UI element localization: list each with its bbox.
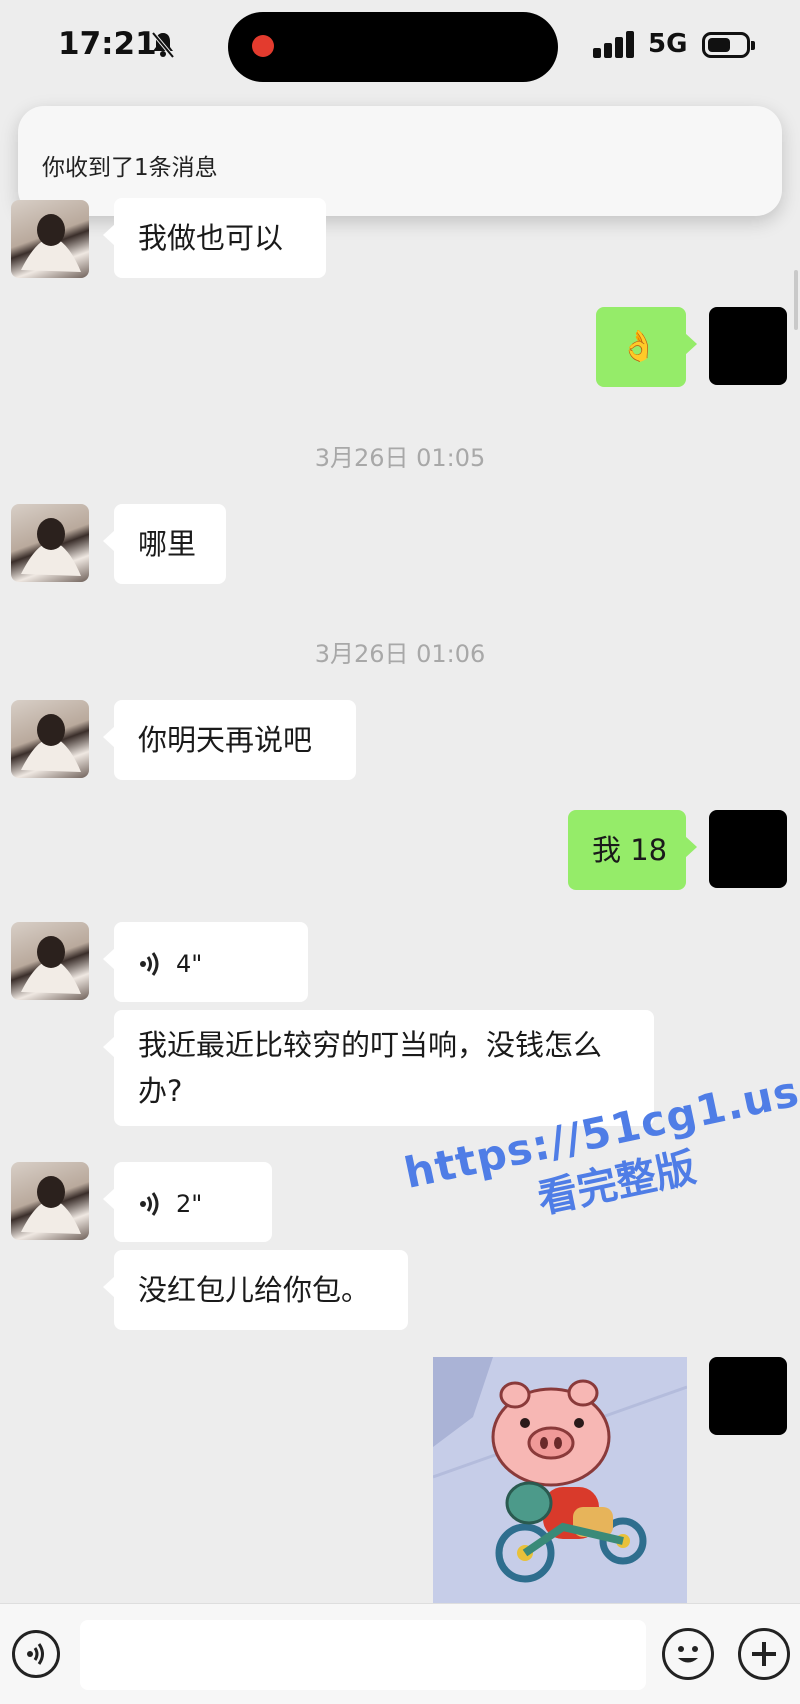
my-avatar[interactable]: [709, 1357, 787, 1435]
chat-scrollbar[interactable]: [794, 270, 798, 330]
pig-on-tricycle-icon: [433, 1357, 687, 1603]
emoji-icon: [678, 1646, 698, 1663]
voice-duration: 4": [176, 950, 203, 978]
message-input[interactable]: [80, 1620, 646, 1690]
contact-avatar[interactable]: [11, 504, 89, 582]
voice-wave-icon: [140, 952, 159, 976]
voice-input-button[interactable]: [12, 1630, 60, 1678]
input-bar: [0, 1603, 800, 1704]
voice-message-bubble[interactable]: 2": [103, 1162, 272, 1242]
voice-transcript[interactable]: 我近最近比较穷的叮当响，没钱怎么办?: [103, 1010, 654, 1126]
message-bubble[interactable]: 👌: [596, 307, 697, 387]
voice-message-bubble[interactable]: 4": [103, 922, 308, 1002]
contact-avatar[interactable]: [11, 200, 89, 278]
voice-transcript[interactable]: 没红包儿给你包。: [103, 1250, 408, 1330]
message-bubble[interactable]: 哪里: [103, 504, 226, 584]
voice-duration: 2": [176, 1190, 203, 1218]
message-bubble[interactable]: 我 18: [568, 810, 697, 890]
contact-avatar[interactable]: [11, 922, 89, 1000]
voice-wave-icon: [140, 1192, 159, 1216]
message-timestamp: 3月26日 01:05: [314, 444, 486, 472]
sticker-image[interactable]: [433, 1357, 687, 1603]
my-avatar[interactable]: [709, 307, 787, 385]
message-bubble[interactable]: 我做也可以: [103, 198, 326, 278]
emoji-button[interactable]: [662, 1628, 714, 1680]
contact-avatar[interactable]: [11, 1162, 89, 1240]
message-timestamp: 3月26日 01:06: [314, 640, 486, 668]
voice-icon: [27, 1643, 44, 1665]
message-bubble[interactable]: 你明天再说吧: [103, 700, 356, 780]
my-avatar[interactable]: [709, 810, 787, 888]
plus-icon[interactable]: [738, 1628, 790, 1680]
chat-area[interactable]: 我做也可以 👌 3月26日 01:05 哪里 3月26日 01:06 你明天再说…: [0, 0, 800, 1603]
contact-avatar[interactable]: [11, 700, 89, 778]
